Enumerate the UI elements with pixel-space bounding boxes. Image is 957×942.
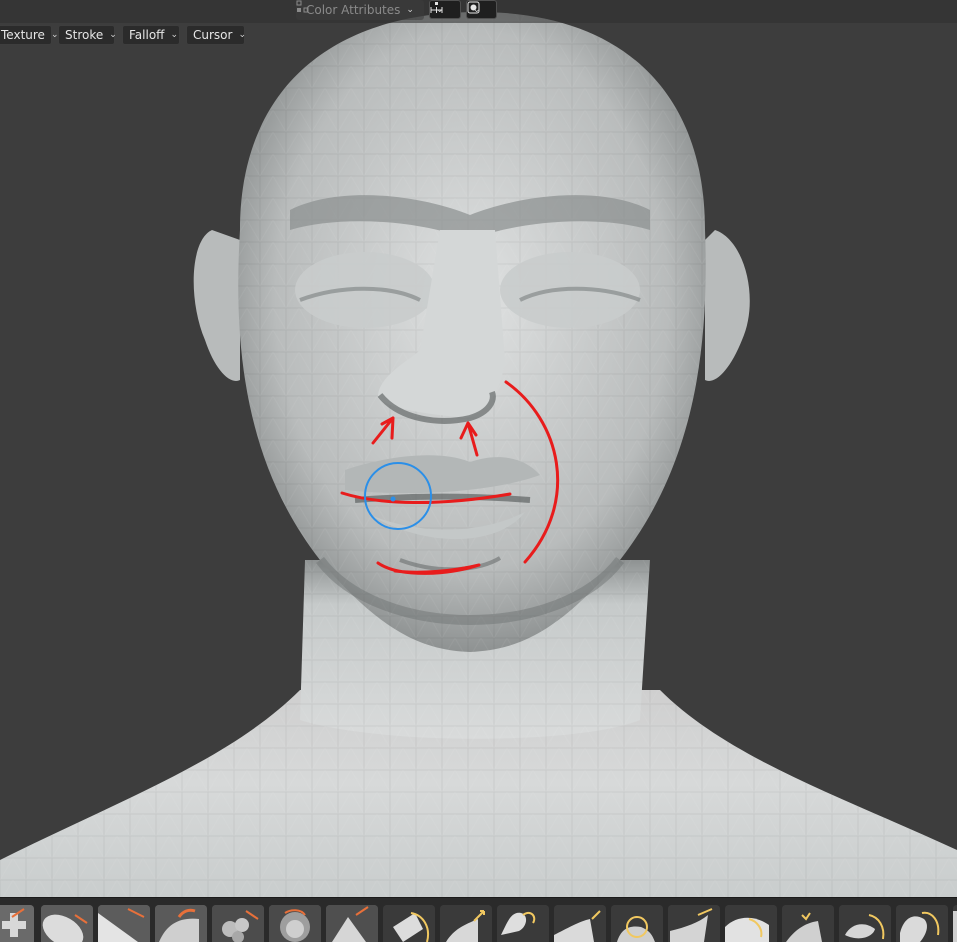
viewport-canvas[interactable] xyxy=(0,0,957,897)
snake-hook-brush-icon xyxy=(554,905,606,942)
brush-tile-clay[interactable] xyxy=(41,905,93,942)
texture-dropdown[interactable]: Texture ⌄ xyxy=(0,25,58,45)
brush-tile-thumb[interactable] xyxy=(611,905,663,942)
brush-tile-clay-strips[interactable] xyxy=(98,905,150,942)
brush-tile-blob[interactable] xyxy=(269,905,321,942)
brush-tile-smooth[interactable] xyxy=(383,905,435,942)
chevron-down-icon: ⌄ xyxy=(170,30,178,40)
right-ear xyxy=(705,230,750,381)
clay-strips-brush-icon xyxy=(98,905,150,942)
inflate-brush-icon xyxy=(212,905,264,942)
brush-asset-shelf xyxy=(0,897,957,942)
brush-tile-rotate[interactable] xyxy=(782,905,834,942)
draw-brush-icon xyxy=(0,905,34,942)
crease-brush-icon xyxy=(326,905,378,942)
brush-tile-snake-hook[interactable] xyxy=(554,905,606,942)
rotate-brush-icon xyxy=(782,905,834,942)
cursor-dropdown[interactable]: Cursor ⌄ xyxy=(186,25,246,45)
brush-tile-layer[interactable] xyxy=(155,905,207,942)
smooth-brush-icon xyxy=(383,905,435,942)
brush-tile-flatten[interactable] xyxy=(440,905,492,942)
pose-brush-icon xyxy=(668,905,720,942)
brush-tile-crease[interactable] xyxy=(326,905,378,942)
slide-relax-brush-icon xyxy=(839,905,891,942)
left-ear xyxy=(193,230,240,381)
brush-tile-draw[interactable] xyxy=(0,905,34,942)
layer-brush-icon xyxy=(155,905,207,942)
chevron-down-icon: ⌄ xyxy=(406,5,414,15)
boundary-brush-icon xyxy=(896,905,948,942)
brush-tile-inflate[interactable] xyxy=(212,905,264,942)
clay-brush-icon xyxy=(41,905,93,942)
color-attributes-label: Color Attributes xyxy=(306,3,401,17)
brush-cursor-dot xyxy=(390,496,396,502)
brush-tile-nudge[interactable] xyxy=(725,905,777,942)
texture-label: Texture xyxy=(1,28,45,42)
falloff-label: Falloff xyxy=(129,28,165,42)
flatten-brush-icon xyxy=(440,905,492,942)
brush-tile-pose[interactable] xyxy=(668,905,720,942)
stroke-label: Stroke xyxy=(65,28,104,42)
chevron-down-icon: ⌄ xyxy=(109,30,117,40)
brush-tile-cloth[interactable] xyxy=(953,905,957,942)
color-attributes-dropdown[interactable]: Color Attributes ⌄ xyxy=(296,0,424,20)
brush-tile-grab[interactable] xyxy=(497,905,549,942)
brush-display-dropdown[interactable]: ⌄ xyxy=(466,0,497,19)
chevron-down-icon: ⌄ xyxy=(238,30,246,40)
grab-brush-icon xyxy=(497,905,549,942)
stroke-dropdown[interactable]: Stroke ⌄ xyxy=(58,25,117,45)
cursor-label: Cursor xyxy=(193,28,233,42)
brush-tile-slide-relax[interactable] xyxy=(839,905,891,942)
blob-brush-icon xyxy=(269,905,321,942)
thumb-brush-icon xyxy=(611,905,663,942)
symmetry-dropdown[interactable]: ⌄ xyxy=(429,0,461,19)
cloth-brush-icon xyxy=(953,905,957,942)
falloff-dropdown[interactable]: Falloff ⌄ xyxy=(122,25,180,45)
3d-viewport[interactable]: Color Attributes ⌄ ⌄ ⌄ Texture ⌄ St xyxy=(0,0,957,897)
brush-tile-boundary[interactable] xyxy=(896,905,948,942)
nudge-brush-icon xyxy=(725,905,777,942)
